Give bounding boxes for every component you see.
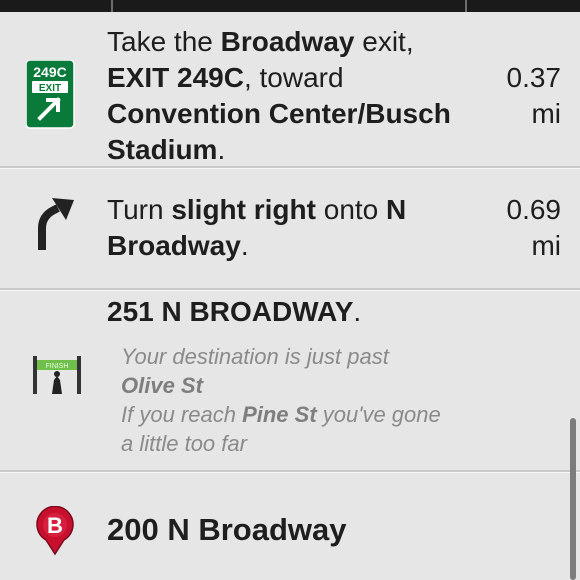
slight-right-arrow-icon bbox=[36, 198, 76, 255]
svg-text:B: B bbox=[47, 513, 63, 538]
arrival-step[interactable]: 251 N BROADWAY. FINISH Your destination … bbox=[0, 290, 580, 472]
step-distance: 0.69 mi bbox=[506, 194, 562, 261]
map-pin-b-icon: B bbox=[34, 505, 76, 561]
arrival-address: 251 N BROADWAY. bbox=[107, 296, 362, 327]
destination-address: 200 N Broadway bbox=[107, 512, 347, 547]
svg-text:249C: 249C bbox=[33, 64, 66, 80]
exit-sign-icon: 249C EXIT bbox=[25, 59, 76, 135]
direction-step-exit[interactable]: 249C EXIT Take the Broadway exit, EXIT 2… bbox=[0, 12, 580, 168]
svg-text:EXIT: EXIT bbox=[39, 83, 61, 94]
top-status-strip bbox=[0, 0, 580, 12]
scrollbar[interactable] bbox=[570, 418, 576, 580]
step-instruction: Take the Broadway exit, EXIT 249C, towar… bbox=[107, 26, 451, 165]
arrival-hint: Your destination is just past Olive St If … bbox=[121, 344, 441, 456]
divider-tick bbox=[465, 0, 467, 12]
svg-text:FINISH: FINISH bbox=[46, 363, 69, 370]
step-instruction: Turn slight right onto N Broadway. bbox=[107, 194, 407, 261]
finish-line-icon: FINISH bbox=[32, 354, 82, 401]
divider-tick bbox=[111, 0, 113, 12]
step-distance: 0.37 mi bbox=[506, 62, 562, 129]
direction-step-slight-right[interactable]: Turn slight right onto N Broadway. 0.69 m… bbox=[0, 168, 580, 290]
destination-row[interactable]: B 200 N Broadway bbox=[0, 472, 580, 580]
